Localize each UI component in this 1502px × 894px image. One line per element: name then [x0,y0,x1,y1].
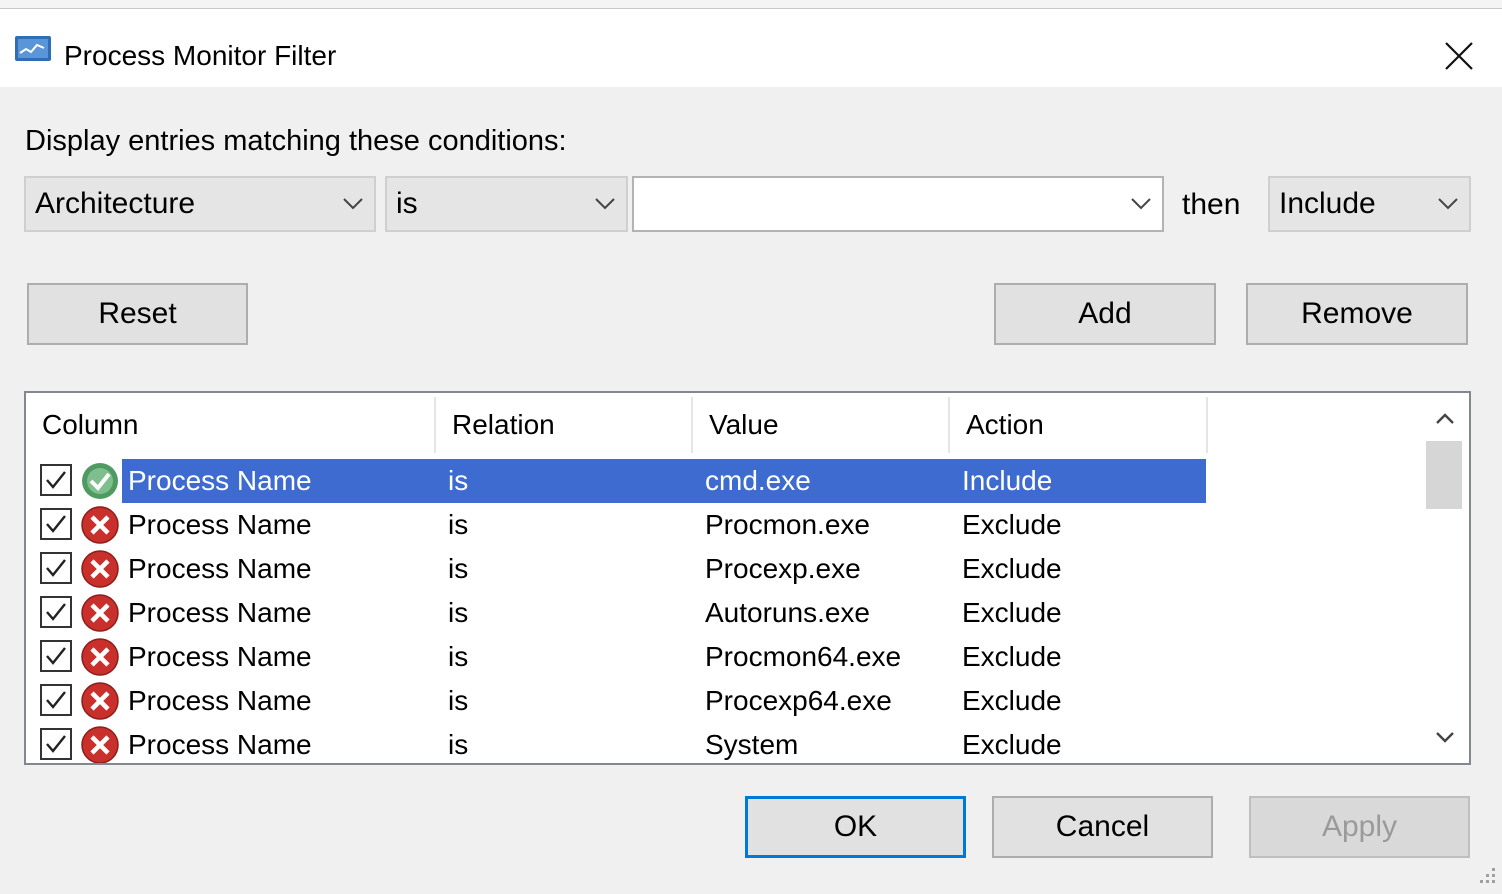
reset-button[interactable]: Reset [27,283,248,345]
column-header-value[interactable]: Value [693,397,950,453]
cell-action: Include [962,465,1053,496]
filter-row[interactable]: Process Name is Procmon.exe Exclude [26,503,1426,547]
exclude-x-icon [81,638,119,676]
window-title: Process Monitor Filter [64,40,337,71]
cell-action: Exclude [962,597,1062,628]
checkmark-icon [46,559,66,577]
chevron-down-icon[interactable] [1130,196,1152,212]
cell-column: Process Name [128,641,312,672]
scroll-down-arrow-icon[interactable] [1431,723,1459,751]
filter-row[interactable]: Process Name is System Exclude [26,723,1426,763]
filter-list[interactable]: Column Relation Value Action Process Nam… [24,391,1471,765]
exclude-x-icon [81,726,119,763]
chevron-down-icon [1438,198,1458,210]
ok-button[interactable]: OK [745,796,966,858]
cell-relation: is [448,685,469,716]
cell-relation: is [448,553,469,584]
column-dropdown[interactable]: Architecture [24,176,376,232]
enable-checkbox[interactable] [40,596,72,628]
cell-value: Procexp.exe [705,553,861,584]
filter-row[interactable]: Process Name is Procexp64.exe Exclude [26,679,1426,723]
remove-button[interactable]: Remove [1246,283,1468,345]
checkmark-icon [46,471,66,489]
vertical-scrollbar[interactable] [1424,395,1466,761]
cell-value: Procmon.exe [705,509,870,540]
include-check-icon [82,463,118,499]
scrollbar-thumb[interactable] [1426,441,1462,509]
action-dropdown[interactable]: Include [1268,176,1471,232]
apply-button-label: Apply [1321,810,1398,843]
enable-checkbox[interactable] [40,552,72,584]
enable-checkbox[interactable] [40,684,72,716]
cell-action: Exclude [962,729,1062,760]
process-monitor-app-icon [15,36,51,61]
title-bar: Process Monitor Filter [0,9,1502,87]
column-header-action[interactable]: Action [950,397,1208,453]
filter-row[interactable]: Process Name is Procmon64.exe Exclude [26,635,1426,679]
cell-relation: is [448,509,469,540]
relation-dropdown[interactable]: is [385,176,628,232]
value-combobox[interactable] [632,176,1164,232]
exclude-x-icon [81,550,119,588]
close-icon [1445,42,1473,70]
cell-value: System [705,729,799,760]
conditions-heading: Display entries matching these condition… [25,125,567,157]
resize-grip-icon[interactable] [1474,862,1498,886]
exclude-x-icon [81,506,119,544]
cell-action: Exclude [962,641,1062,672]
then-label: then [1182,188,1241,221]
cell-relation: is [448,465,469,496]
column-header-relation[interactable]: Relation [436,397,693,453]
cell-relation: is [448,729,469,760]
column-dropdown-value: Architecture [35,187,196,220]
cancel-button-label: Cancel [1055,810,1150,843]
chevron-down-icon [343,198,363,210]
background-window-strip [0,0,1502,9]
checkmark-icon [46,647,66,665]
enable-checkbox[interactable] [40,464,72,496]
checkmark-icon [46,735,66,753]
cell-value: Autoruns.exe [705,597,870,628]
cell-column: Process Name [128,597,312,628]
cell-column: Process Name [128,465,312,496]
add-button-label: Add [1078,297,1132,330]
action-dropdown-value: Include [1279,187,1376,220]
cell-value: Procmon64.exe [705,641,902,672]
cell-relation: is [448,641,469,672]
cell-column: Process Name [128,553,312,584]
add-button[interactable]: Add [994,283,1216,345]
cell-column: Process Name [128,685,312,716]
remove-button-label: Remove [1301,297,1413,330]
exclude-x-icon [81,594,119,632]
ok-button-label: OK [833,810,878,843]
cell-action: Exclude [962,685,1062,716]
exclude-x-icon [81,682,119,720]
cell-column: Process Name [128,729,312,760]
checkmark-icon [46,515,66,533]
filter-row[interactable]: Process Name is Procexp.exe Exclude [26,547,1426,591]
column-header-column[interactable]: Column [26,397,436,453]
cell-action: Exclude [962,509,1062,540]
enable-checkbox[interactable] [40,728,72,760]
filter-row[interactable]: Process Name is cmd.exe Include [26,459,1426,503]
cell-action: Exclude [962,553,1062,584]
enable-checkbox[interactable] [40,640,72,672]
apply-button[interactable]: Apply [1249,796,1470,858]
close-button[interactable] [1436,33,1482,79]
cell-column: Process Name [128,509,312,540]
cell-value: Procexp64.exe [705,685,892,716]
reset-button-label: Reset [98,297,177,330]
chevron-down-icon [595,198,615,210]
checkmark-icon [46,603,66,621]
scroll-up-arrow-icon[interactable] [1431,405,1459,433]
relation-dropdown-value: is [396,187,418,220]
cancel-button[interactable]: Cancel [992,796,1213,858]
cell-value: cmd.exe [705,465,811,496]
enable-checkbox[interactable] [40,508,72,540]
checkmark-icon [46,691,66,709]
cell-relation: is [448,597,469,628]
filter-row[interactable]: Process Name is Autoruns.exe Exclude [26,591,1426,635]
